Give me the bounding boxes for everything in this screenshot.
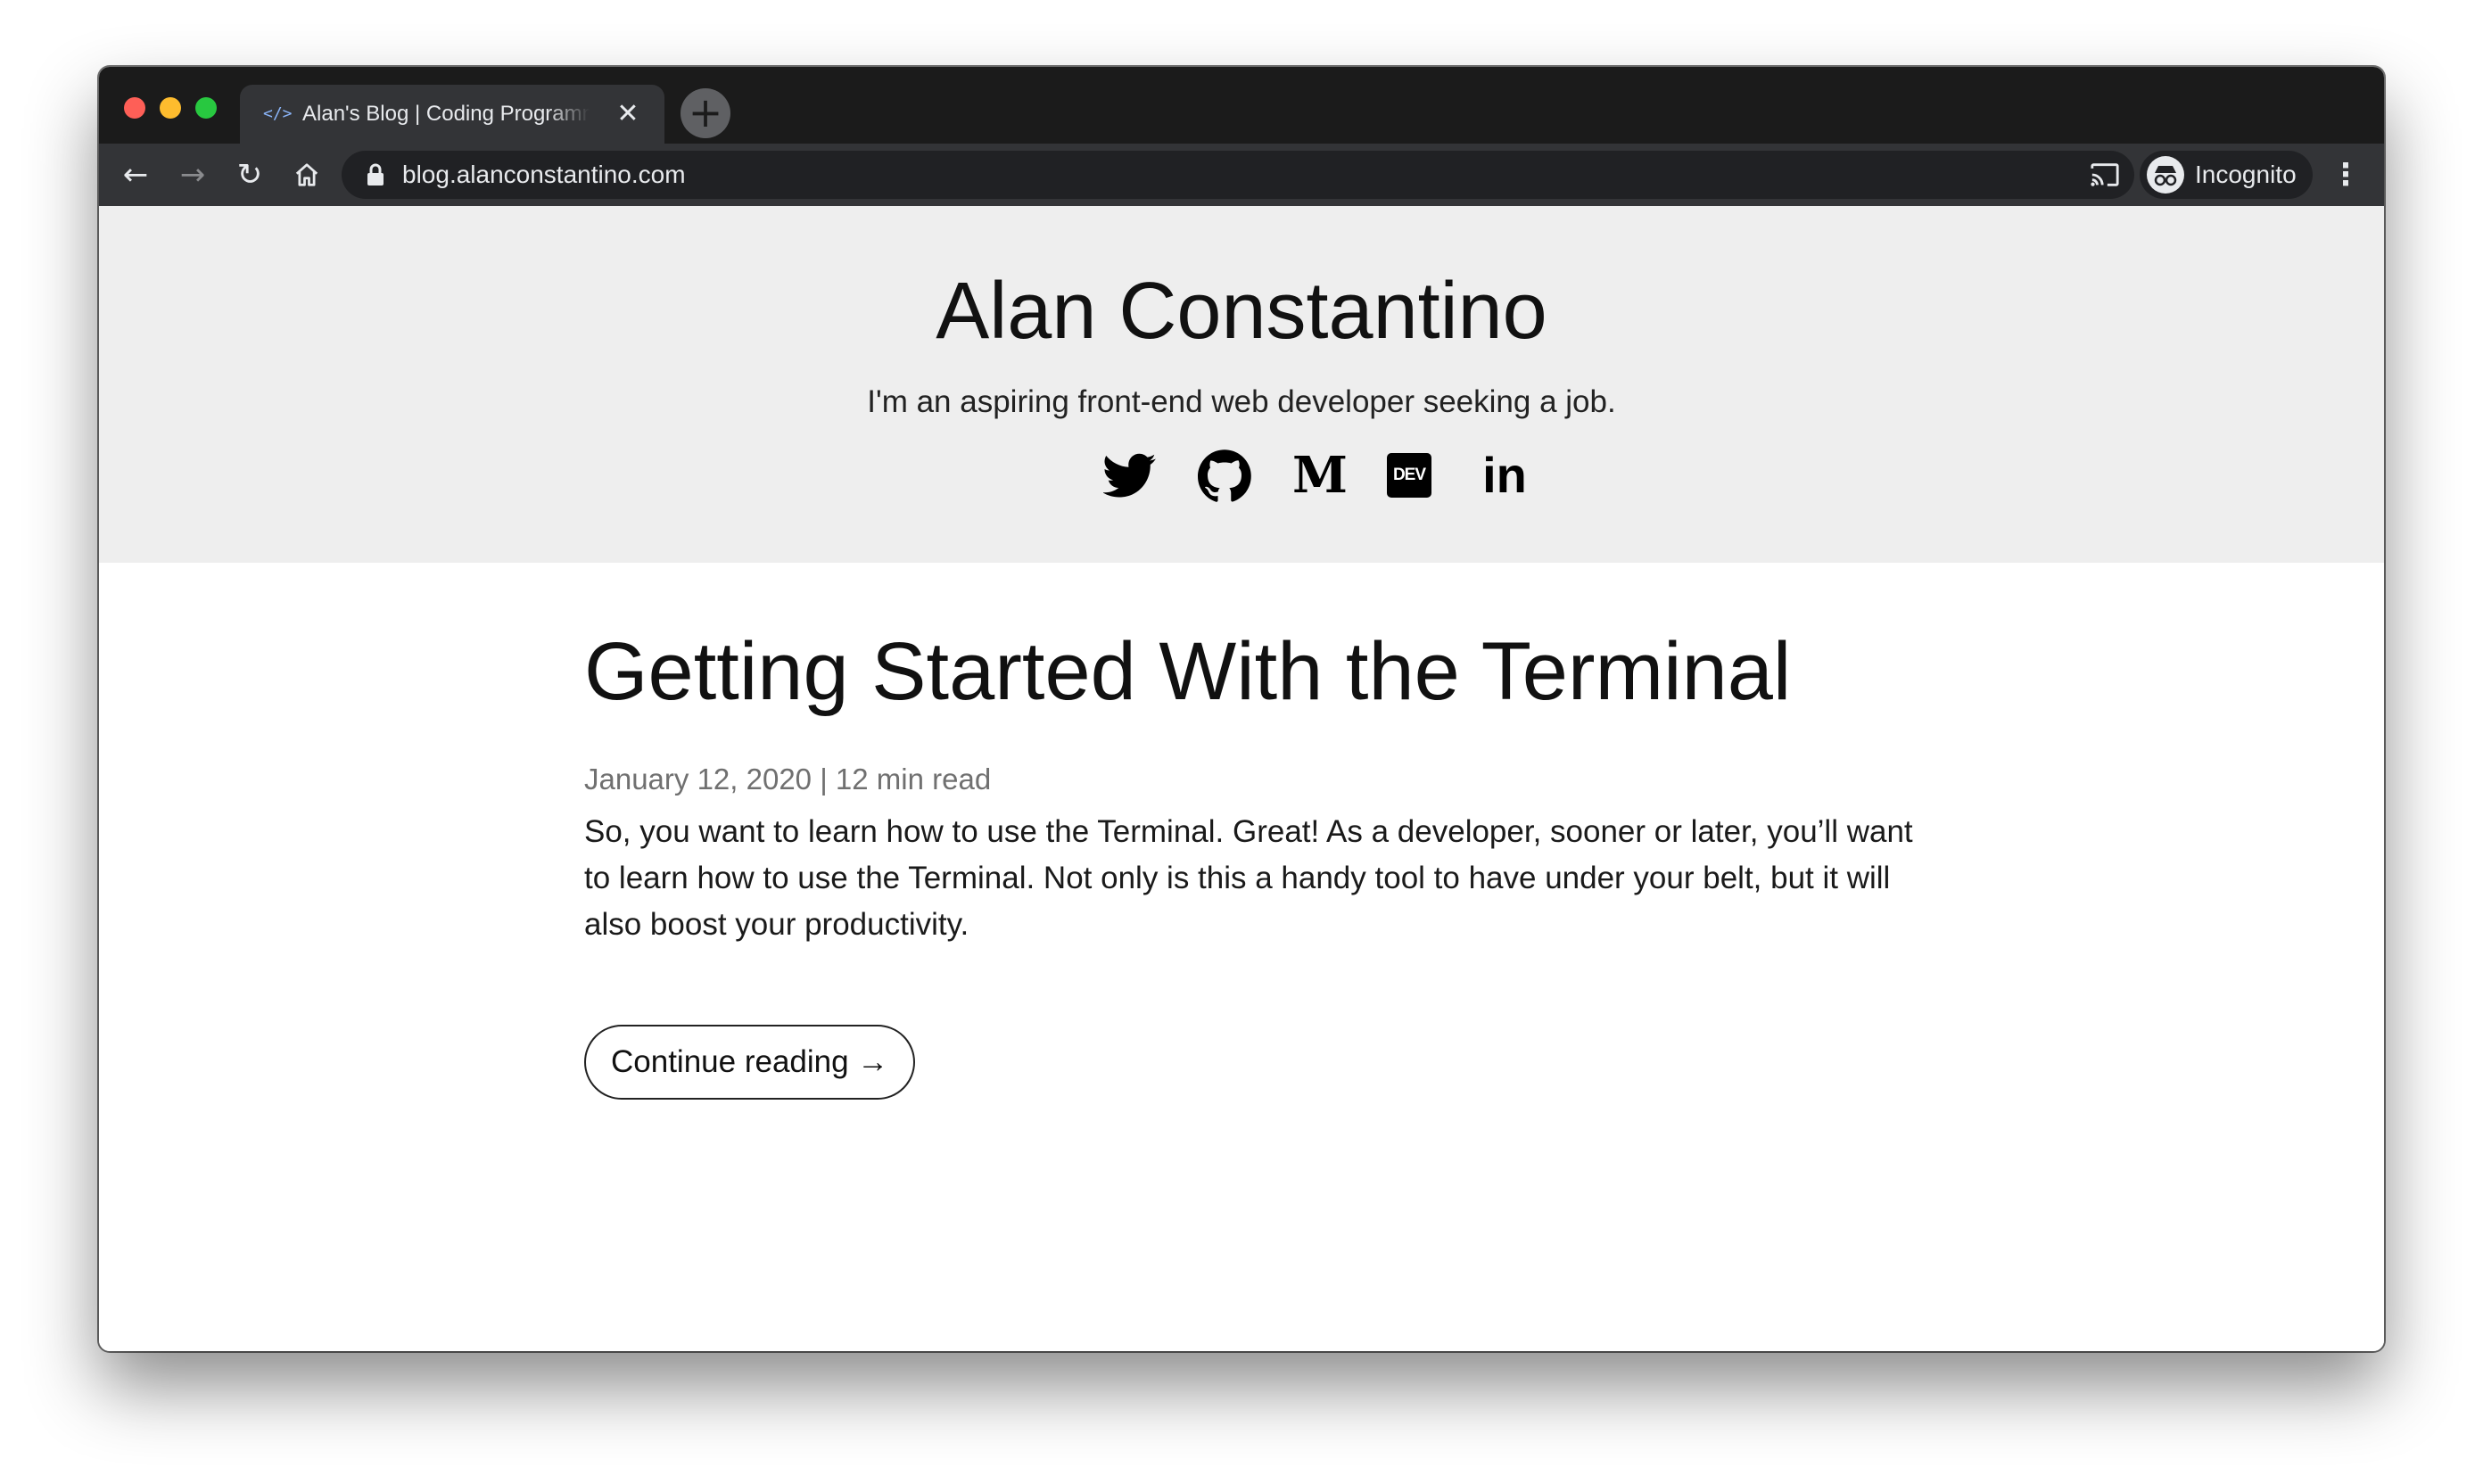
post-title[interactable]: Getting Started With the Terminal — [584, 625, 1940, 718]
site-header: Alan Constantino I'm an aspiring front-e… — [99, 206, 2384, 563]
lock-icon — [367, 163, 384, 186]
url-text[interactable]: blog.alanconstantino.com — [402, 160, 686, 190]
dev-icon[interactable]: DEV — [1387, 453, 1431, 498]
incognito-icon — [2147, 156, 2184, 194]
browser-window: </> Alan's Blog | Coding Programming ✕ +… — [99, 67, 2384, 1351]
twitter-icon[interactable] — [1102, 449, 1157, 502]
browser-tab[interactable]: </> Alan's Blog | Coding Programming ✕ — [240, 85, 664, 144]
new-tab-button[interactable]: + — [681, 88, 730, 138]
window-close-button[interactable] — [124, 97, 145, 119]
kebab-menu-icon[interactable]: ⋮ — [2325, 154, 2366, 195]
home-icon[interactable] — [286, 154, 327, 195]
linkedin-icon[interactable]: in — [1478, 449, 1531, 502]
tab-strip: </> Alan's Blog | Coding Programming ✕ + — [99, 67, 2384, 144]
cast-icon[interactable] — [2084, 154, 2125, 195]
window-minimize-button[interactable] — [160, 97, 181, 119]
page-viewport: Alan Constantino I'm an aspiring front-e… — [99, 206, 2384, 1351]
code-favicon-icon: </> — [263, 104, 293, 123]
browser-toolbar: ← → ↻ blog.alanconstantino.com ☆ — [99, 144, 2384, 206]
close-tab-icon[interactable]: ✕ — [613, 99, 643, 129]
site-title[interactable]: Alan Constantino — [99, 267, 2384, 356]
continue-reading-button[interactable]: Continue reading → — [584, 1025, 916, 1100]
reload-icon[interactable]: ↻ — [229, 154, 270, 195]
social-links: M DEV in — [99, 449, 2384, 511]
medium-icon[interactable]: M — [1292, 449, 1348, 502]
address-bar[interactable]: blog.alanconstantino.com ☆ — [342, 151, 2281, 199]
tab-title: Alan's Blog | Coding Programming — [302, 102, 590, 126]
forward-arrow-icon[interactable]: → — [172, 154, 213, 195]
incognito-label: Incognito — [2195, 161, 2297, 188]
back-arrow-icon[interactable]: ← — [115, 154, 156, 195]
post-meta: January 12, 2020 | 12 min read — [584, 763, 992, 796]
incognito-profile-button[interactable]: Incognito — [2140, 151, 2313, 199]
post-excerpt: So, you want to learn how to use the Ter… — [584, 814, 1913, 942]
window-maximize-button[interactable] — [195, 97, 217, 119]
github-icon[interactable] — [1198, 449, 1251, 502]
site-tagline: I'm an aspiring front-end web developer … — [867, 384, 1616, 419]
